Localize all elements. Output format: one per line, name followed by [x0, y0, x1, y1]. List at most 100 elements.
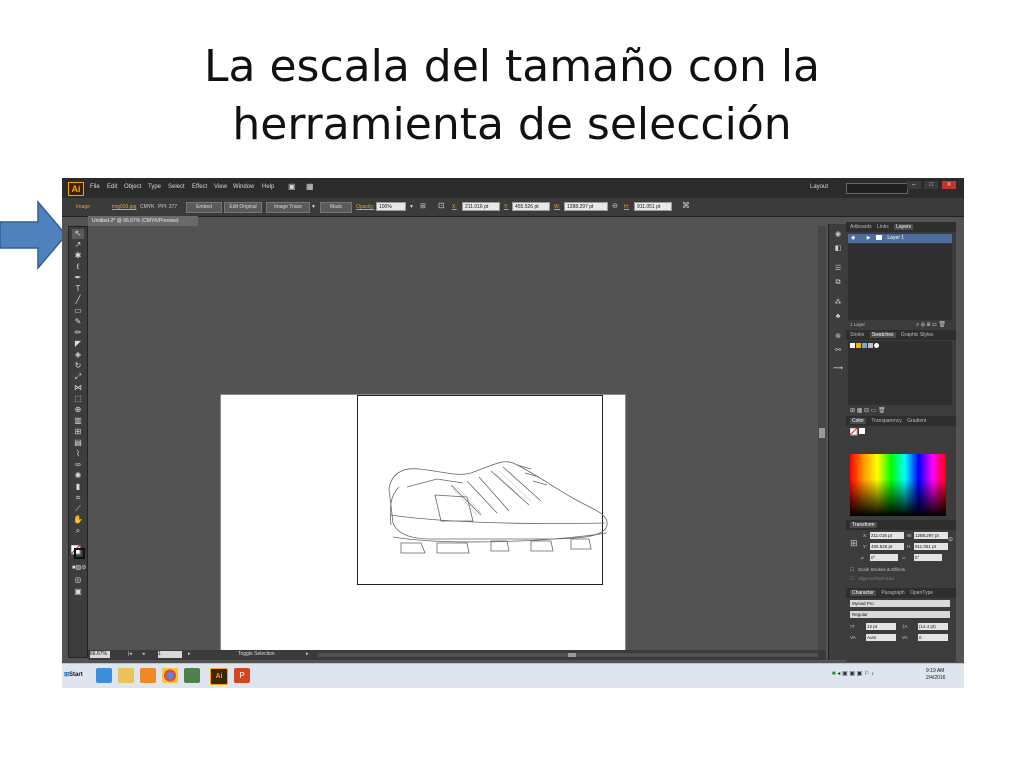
swatch-gray[interactable] [868, 343, 873, 348]
tab-color[interactable]: Color [850, 418, 866, 424]
slice-tool-icon[interactable]: ⟋ [72, 504, 84, 514]
tab-stroke[interactable]: Stroke [850, 332, 864, 338]
zoom-field[interactable]: 66.67% [90, 651, 110, 658]
tab-artboards[interactable]: Artboards [850, 224, 872, 230]
status-menu-icon[interactable]: ▸ [306, 651, 309, 657]
transform-reference-icon[interactable]: ⊞ [850, 538, 858, 549]
file-name-link[interactable]: img093.jpg [112, 204, 136, 210]
file-explorer-icon[interactable] [118, 668, 134, 683]
recolor-icon[interactable]: ⊞ [420, 202, 426, 210]
image-trace-button[interactable]: Image Trace [266, 202, 310, 213]
tab-paragraph[interactable]: Paragraph [881, 590, 904, 596]
eraser-tool-icon[interactable]: ◈ [72, 350, 84, 360]
scale-tool-icon[interactable]: ⤢ [72, 372, 84, 382]
bridge-icon[interactable]: ▣ [288, 182, 296, 191]
horizontal-scroll-thumb[interactable] [568, 653, 576, 657]
menu-object[interactable]: Object [124, 184, 141, 190]
menu-window[interactable]: Window [233, 184, 254, 190]
arrange-documents-icon[interactable]: ▦ [306, 182, 314, 191]
transform-icon[interactable]: ⌘ [682, 201, 690, 210]
edit-original-button[interactable]: Edit Original [224, 202, 262, 213]
menu-select[interactable]: Select [168, 184, 185, 190]
tracking-field[interactable]: 0 [918, 634, 948, 641]
tab-graphic-styles[interactable]: Graphic Styles [901, 332, 934, 338]
tray-flag-icon[interactable]: ■ [832, 671, 836, 677]
color-spectrum[interactable] [850, 454, 946, 516]
menu-effect[interactable]: Effect [192, 184, 207, 190]
font-size-field[interactable]: 12 pt [866, 623, 896, 630]
brushes-icon[interactable]: ⁂ [832, 298, 844, 308]
color-panel-icon[interactable]: ◉ [832, 230, 844, 240]
document-tab[interactable]: Untitled-2* @ 66.67% (CMYK/Preview) [88, 216, 198, 226]
horizontal-scrollbar[interactable] [318, 653, 818, 657]
tray-volume-icon[interactable]: ♪ [871, 671, 874, 677]
search-input[interactable] [846, 183, 908, 194]
align-panel-icon[interactable]: ☰ [832, 264, 844, 274]
vertical-scrollbar[interactable] [818, 226, 826, 652]
screen-mode-icon[interactable]: ▣ [72, 587, 84, 597]
lasso-tool-icon[interactable]: ℓ [72, 262, 84, 272]
color-fill-stroke-icon[interactable] [850, 428, 866, 438]
artboard[interactable] [220, 394, 626, 652]
font-style-dropdown[interactable]: Regular [850, 611, 950, 618]
tray-arrow-icon[interactable]: ◂ [837, 671, 840, 677]
eyedropper-tool-icon[interactable]: ⌇ [72, 449, 84, 459]
layer-actions-icon[interactable]: ⌕ ⊕ ⊞ ▭ 🗑 [916, 321, 946, 329]
paintbrush-tool-icon[interactable]: ✎ [72, 317, 84, 327]
mask-button[interactable]: Mask [320, 202, 352, 213]
color-mode-buttons-icon[interactable]: ■▨⊘ [72, 563, 86, 573]
perspective-grid-tool-icon[interactable]: ▥ [72, 416, 84, 426]
symbols-icon[interactable]: ♣ [832, 312, 844, 322]
tray-apps-icon[interactable]: ▣ ▣ ▣ [842, 671, 862, 677]
blend-tool-icon[interactable]: ∞ [72, 460, 84, 470]
embed-button[interactable]: Embed [186, 202, 222, 213]
drawing-modes-icon[interactable]: ◎ [72, 575, 84, 585]
x-field[interactable]: 211.016 pt [462, 202, 500, 211]
fill-stroke-icon[interactable] [71, 545, 85, 559]
menu-edit[interactable]: Edit [107, 184, 117, 190]
menu-view[interactable]: View [214, 184, 227, 190]
menu-help[interactable]: Help [262, 184, 274, 190]
tab-gradient[interactable]: Gradient [907, 418, 926, 424]
page-prev-icon[interactable]: ◂ [142, 651, 145, 657]
tab-layers[interactable]: Layers [894, 224, 914, 230]
swatch-circle[interactable] [874, 343, 879, 348]
shape-builder-tool-icon[interactable]: ⊕ [72, 405, 84, 415]
direct-selection-tool-icon[interactable]: ↗ [72, 240, 84, 250]
hand-tool-icon[interactable]: ✋ [72, 515, 84, 525]
y-field[interactable]: 455.526 pt [512, 202, 550, 211]
swatch-actions-icon[interactable]: ⊞ ▦ ⊟ ▭ 🗑 [850, 407, 886, 414]
maximize-button[interactable]: □ [924, 181, 939, 189]
transform-y-field[interactable]: 455.526 pt [870, 543, 904, 550]
sneaker-sketch-image[interactable] [241, 425, 621, 625]
chrome-icon[interactable] [162, 668, 178, 683]
photo-viewer-icon[interactable] [184, 668, 200, 683]
tab-transparency[interactable]: Transparency [871, 418, 901, 424]
leading-field[interactable]: (14.4 pt) [918, 623, 948, 630]
navigator-icon[interactable]: ⟿ [832, 364, 844, 374]
line-tool-icon[interactable]: ╱ [72, 295, 84, 305]
magic-wand-tool-icon[interactable]: ✱ [72, 251, 84, 261]
selection-tool-icon[interactable]: ↖ [72, 229, 84, 239]
blob-brush-tool-icon[interactable]: ◤ [72, 339, 84, 349]
image-trace-dropdown-icon[interactable]: ▼ [311, 204, 316, 210]
width-tool-icon[interactable]: ⋈ [72, 383, 84, 393]
taskbar-clock[interactable]: 9:19 AM 2/4/2016 [926, 668, 945, 682]
minimize-button[interactable]: – [906, 181, 921, 189]
pen-tool-icon[interactable]: ✒ [72, 273, 84, 283]
font-family-dropdown[interactable]: Myriad Pro [850, 600, 950, 607]
pathfinder-icon[interactable]: ⧉ [832, 278, 844, 288]
shear-angle-field[interactable]: 0° [914, 554, 942, 561]
media-player-icon[interactable] [140, 668, 156, 683]
transform-link-icon[interactable]: ⊖ [948, 536, 953, 543]
menu-file[interactable]: File [90, 184, 100, 190]
column-graph-tool-icon[interactable]: ▮ [72, 482, 84, 492]
links-panel-icon[interactable]: ⚯ [832, 346, 844, 356]
tab-swatches[interactable]: Swatches [869, 332, 896, 338]
artboard-tool-icon[interactable]: ⌗ [72, 493, 84, 503]
layer-expand-icon[interactable]: ▶ [867, 235, 871, 241]
kerning-field[interactable]: Auto [866, 634, 896, 641]
layer-name[interactable]: Layer 1 [887, 235, 904, 241]
rectangle-tool-icon[interactable]: ▭ [72, 306, 84, 316]
w-field[interactable]: 1288.297 pt [564, 202, 608, 211]
